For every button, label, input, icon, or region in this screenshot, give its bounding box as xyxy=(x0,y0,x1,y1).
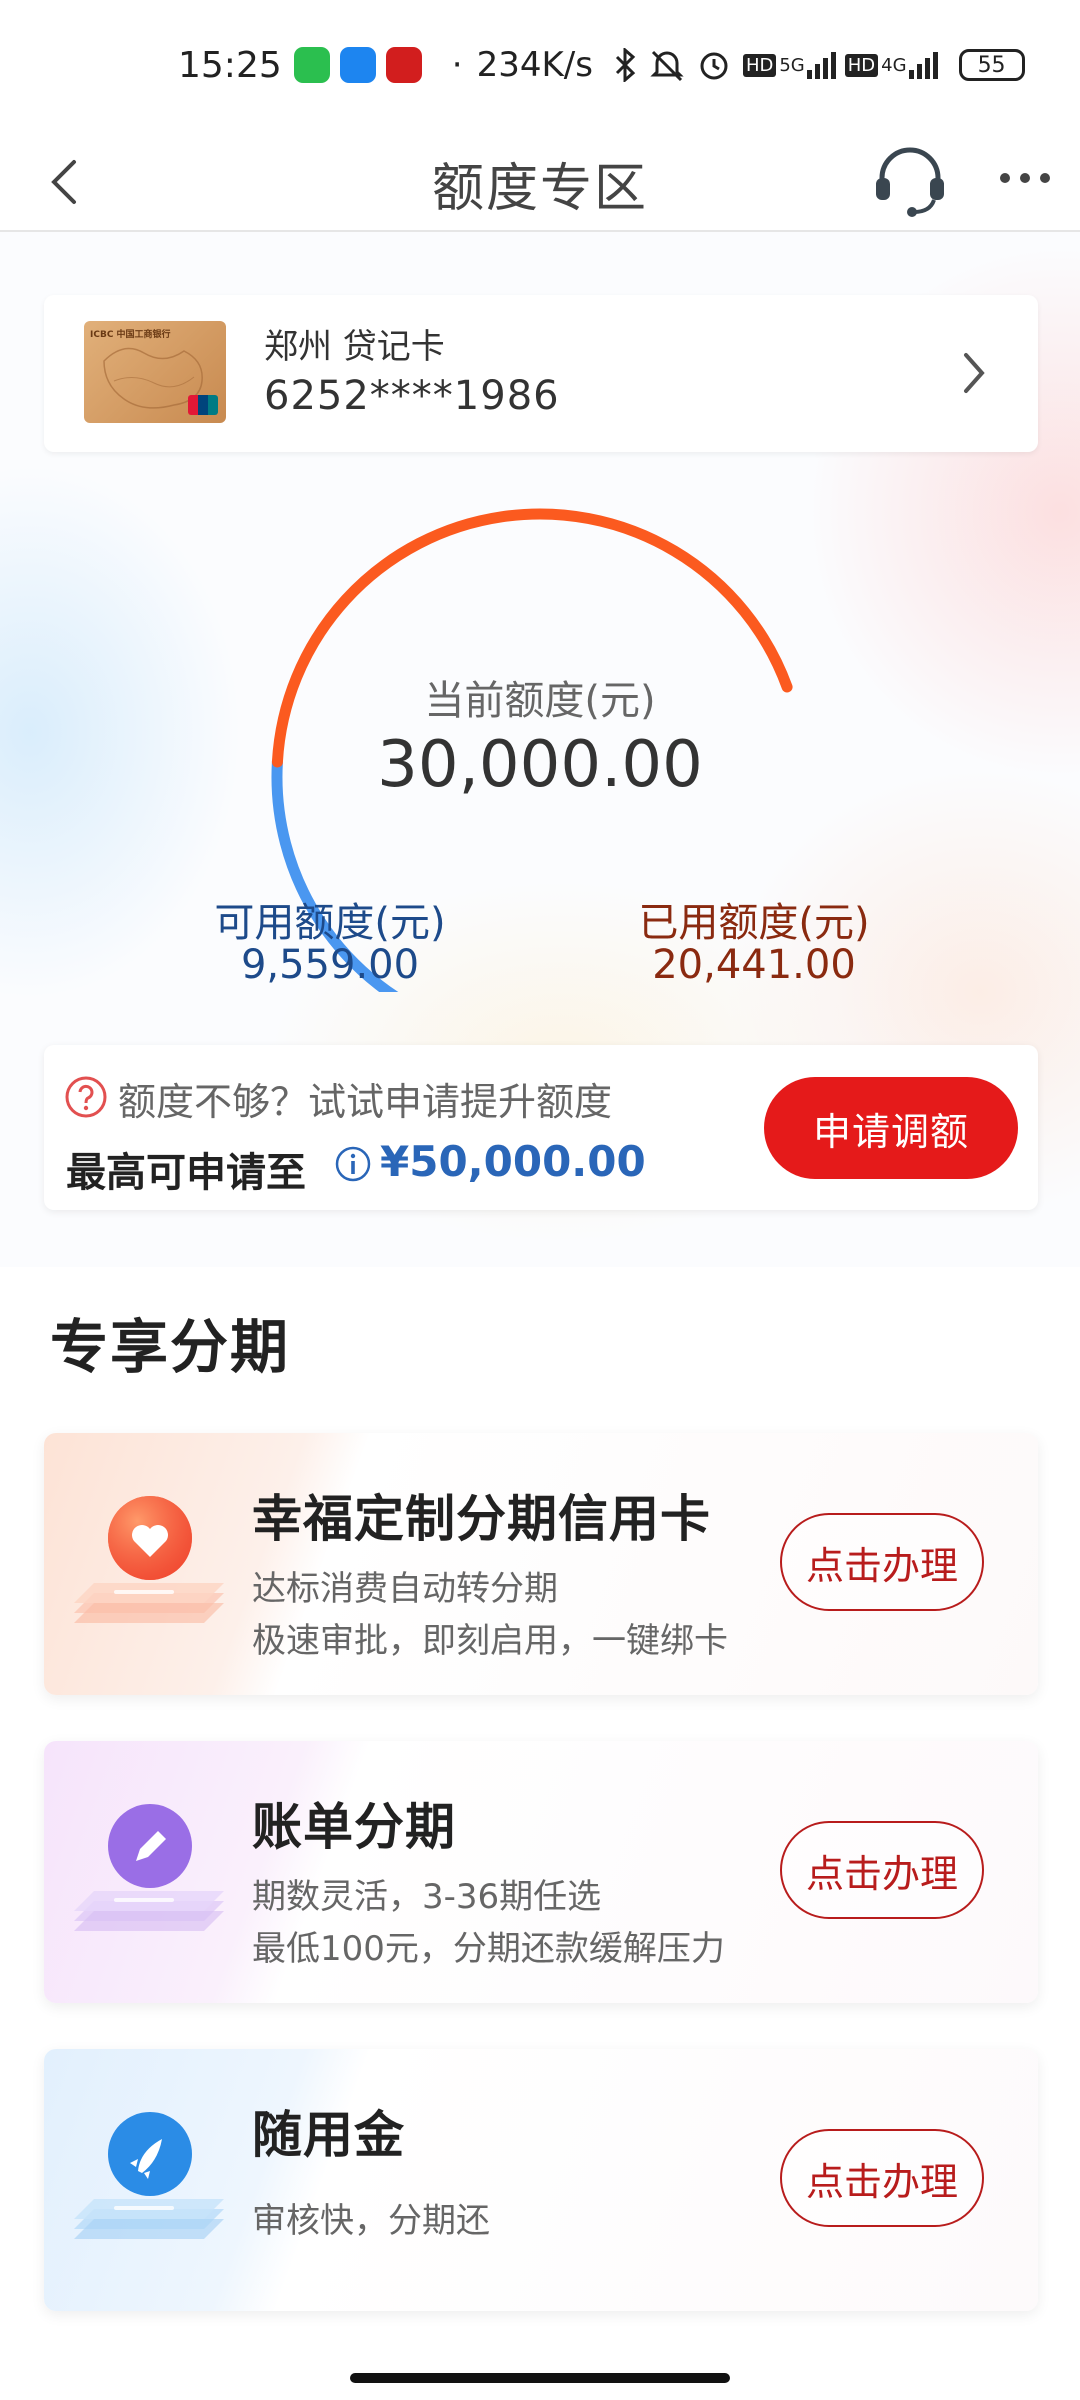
mute-icon xyxy=(649,48,685,82)
increase-hint: 额度不够？试试申请提升额度 xyxy=(118,1080,613,1124)
network-speed: 234K/s xyxy=(476,45,593,85)
status-dot: · xyxy=(451,45,463,85)
available-quota-label: 可用额度(元) xyxy=(214,900,446,946)
info-icon[interactable] xyxy=(334,1145,372,1183)
credit-card-image: ICBC 中国工商银行 xyxy=(84,321,226,423)
signal-label: 5G xyxy=(779,54,805,76)
signal-label: HD xyxy=(844,53,879,77)
unionpay-logo xyxy=(188,395,218,415)
home-indicator[interactable] xyxy=(350,2373,730,2383)
section-title: 专享分期 xyxy=(50,1313,291,1381)
apply-product-button[interactable]: 点击办理 xyxy=(780,1821,984,1919)
product-card[interactable]: 随用金 审核快，分期还 点击办理 xyxy=(44,2049,1038,2311)
bluetooth-icon xyxy=(615,48,637,82)
product-title: 账单分期 xyxy=(252,1798,456,1856)
apply-increase-button[interactable]: 申请调额 xyxy=(764,1077,1018,1179)
signal-icon: HD 5G HD 4G xyxy=(742,50,943,80)
signal-label: HD xyxy=(742,53,777,77)
max-apply-amount: ¥50,000.00 xyxy=(380,1137,646,1186)
used-quota-value: 20,441.00 xyxy=(652,942,856,988)
product-desc: 极速审批，即刻启用，一键绑卡 xyxy=(252,1621,728,1661)
product-desc: 最低100元，分期还款缓解压力 xyxy=(252,1929,725,1969)
alipay-icon xyxy=(339,47,376,83)
apply-product-button[interactable]: 点击办理 xyxy=(780,2129,984,2227)
heart-icon xyxy=(54,1473,254,1673)
product-title: 随用金 xyxy=(252,2106,405,2164)
nav-bar: 额度专区 xyxy=(0,130,1080,232)
product-card[interactable]: 账单分期 期数灵活，3-36期任选 最低100元，分期还款缓解压力 点击办理 xyxy=(44,1741,1038,2003)
product-card[interactable]: 幸福定制分期信用卡 达标消费自动转分期 极速审批，即刻启用，一键绑卡 点击办理 xyxy=(44,1433,1038,1695)
card-number: 6252****1986 xyxy=(264,373,560,419)
status-time: 15:25 xyxy=(178,44,282,86)
rocket-icon xyxy=(54,2089,254,2289)
alarm-icon xyxy=(697,48,731,82)
status-bar: 15:25 · 234K/s HD 5G HD 4G 55 xyxy=(0,0,1080,130)
used-quota-label: 已用额度(元) xyxy=(638,900,870,946)
signal-label: 4G xyxy=(881,54,907,76)
question-icon xyxy=(64,1075,108,1119)
card-name: 郑州 贷记卡 xyxy=(264,327,445,367)
wechat-icon xyxy=(293,47,330,83)
quota-increase-panel: 额度不够？试试申请提升额度 最高可申请至 ¥50,000.00 申请调额 xyxy=(44,1045,1038,1210)
available-quota-value: 9,559.00 xyxy=(240,942,420,988)
product-title: 幸福定制分期信用卡 xyxy=(252,1490,711,1548)
max-apply-label: 最高可申请至 xyxy=(66,1150,306,1196)
chevron-right-icon xyxy=(954,343,994,403)
product-desc: 审核快，分期还 xyxy=(252,2201,490,2241)
icbc-app-icon xyxy=(385,47,422,83)
current-quota-label: 当前额度(元) xyxy=(424,678,656,724)
customer-service-icon[interactable] xyxy=(870,140,950,220)
product-desc: 期数灵活，3-36期任选 xyxy=(252,1877,602,1917)
battery-icon: 55 xyxy=(958,49,1025,81)
more-icon[interactable] xyxy=(995,158,1055,198)
apply-product-button[interactable]: 点击办理 xyxy=(780,1513,984,1611)
current-quota-value: 30,000.00 xyxy=(377,728,703,802)
card-selector[interactable]: ICBC 中国工商银行 郑州 贷记卡 6252****1986 xyxy=(44,295,1038,452)
card-bank-text: ICBC 中国工商银行 xyxy=(90,330,171,340)
pencil-icon xyxy=(54,1781,254,1981)
product-desc: 达标消费自动转分期 xyxy=(252,1569,558,1609)
